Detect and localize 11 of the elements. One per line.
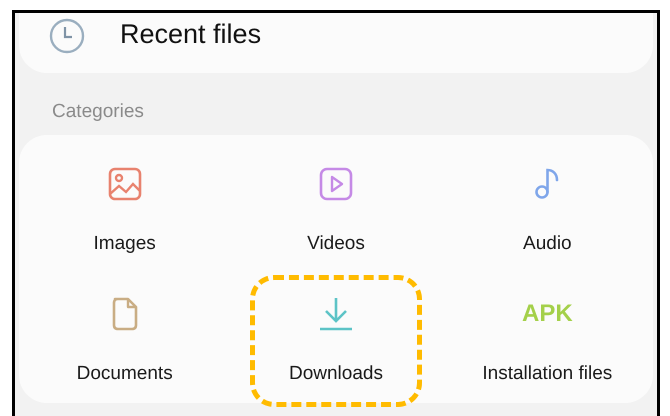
recent-files-card[interactable]: Recent files	[19, 13, 653, 73]
category-item[interactable]: Audio	[442, 145, 653, 275]
category-item[interactable]: APK Installation files	[442, 275, 653, 405]
category-item[interactable]: Downloads	[230, 275, 442, 405]
clock-icon	[49, 18, 85, 54]
recent-files-label: Recent files	[120, 18, 262, 50]
category-item[interactable]: Documents	[19, 275, 230, 405]
category-item[interactable]: Images	[19, 145, 230, 275]
apk-icon: APK	[522, 300, 573, 328]
category-item[interactable]: Videos	[230, 145, 442, 275]
section-title: Categories	[52, 101, 144, 123]
